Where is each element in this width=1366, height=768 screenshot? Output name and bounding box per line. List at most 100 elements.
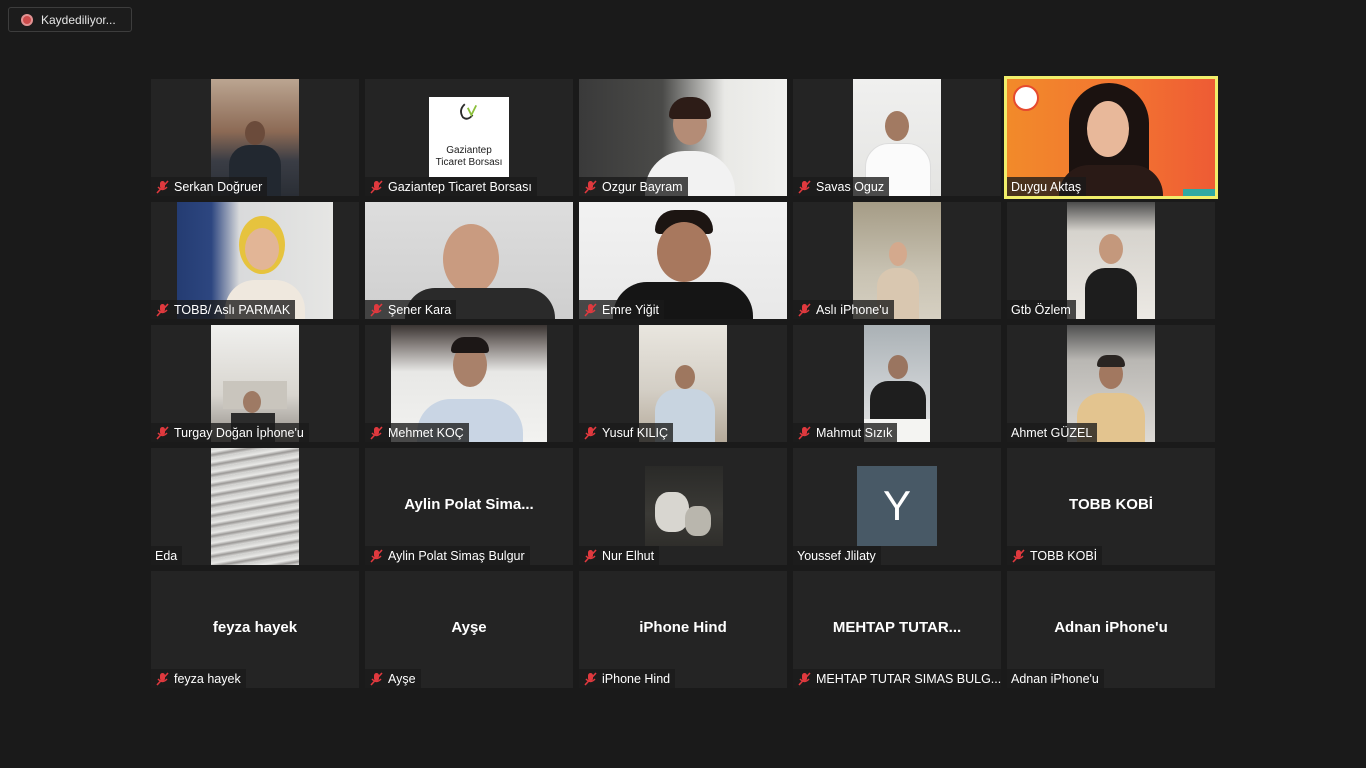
participant-tile[interactable]: Emre Yiğit bbox=[579, 202, 787, 319]
participant-tile[interactable]: TOBB/ Aslı PARMAK bbox=[151, 202, 359, 319]
participant-name: Duygu Aktaş bbox=[1011, 179, 1082, 194]
muted-mic-icon bbox=[370, 302, 383, 317]
participant-name-tag: Emre Yiğit bbox=[579, 300, 664, 319]
participant-name: iPhone Hind bbox=[602, 671, 671, 686]
participant-tile[interactable]: Y Youssef Jlilaty bbox=[793, 448, 1001, 565]
record-icon bbox=[21, 13, 33, 26]
participant-name-tag: Ozgur Bayram bbox=[579, 177, 688, 196]
participant-tile[interactable]: Savas Oguz bbox=[793, 79, 1001, 196]
participant-name-tag: Youssef Jlilaty bbox=[793, 546, 881, 565]
participant-tile[interactable]: Ayşe Ayşe bbox=[365, 571, 573, 688]
participant-name: TOBB/ Aslı PARMAK bbox=[174, 302, 291, 317]
muted-mic-icon bbox=[156, 179, 169, 194]
muted-mic-icon bbox=[370, 425, 383, 440]
participant-tile[interactable]: Turgay Doğan İphone'u bbox=[151, 325, 359, 442]
participant-name: Gtb Özlem bbox=[1011, 302, 1071, 317]
muted-mic-icon bbox=[798, 179, 811, 194]
participant-name-tag: Adnan iPhone'u bbox=[1007, 669, 1104, 688]
participant-name-tag: TOBB/ Aslı PARMAK bbox=[151, 300, 296, 319]
participant-tile[interactable]: Yusuf KILIÇ bbox=[579, 325, 787, 442]
participant-name-tag: TOBB KOBİ bbox=[1007, 546, 1103, 565]
participant-name-tag: Şener Kara bbox=[365, 300, 457, 319]
participant-name-tag: Turgay Doğan İphone'u bbox=[151, 423, 309, 442]
participant-video bbox=[211, 448, 299, 565]
muted-mic-icon bbox=[584, 179, 597, 194]
participant-tile[interactable]: Şener Kara bbox=[365, 202, 573, 319]
participant-video bbox=[645, 466, 723, 546]
participant-tile[interactable]: Ahmet GÜZEL bbox=[1007, 325, 1215, 442]
participant-tile[interactable]: Serkan Doğruer bbox=[151, 79, 359, 196]
participant-name-tag: Gtb Özlem bbox=[1007, 300, 1076, 319]
participant-tile-active-speaker[interactable]: Duygu Aktaş bbox=[1004, 76, 1218, 199]
participant-name: Mehmet KOÇ bbox=[388, 425, 464, 440]
muted-mic-icon bbox=[584, 302, 597, 317]
participant-name: Aslı iPhone'u bbox=[816, 302, 889, 317]
participant-tile[interactable]: Gtb Özlem bbox=[1007, 202, 1215, 319]
participant-name-tag: Mahmut Sızık bbox=[793, 423, 898, 442]
participant-name-tag: Mehmet KOÇ bbox=[365, 423, 469, 442]
participant-tile[interactable]: Adnan iPhone'u Adnan iPhone'u bbox=[1007, 571, 1215, 688]
muted-mic-icon bbox=[584, 671, 597, 686]
participant-name: Gaziantep Ticaret Borsası bbox=[388, 179, 532, 194]
muted-mic-icon bbox=[798, 302, 811, 317]
participant-tile[interactable]: Ozgur Bayram bbox=[579, 79, 787, 196]
participant-name: feyza hayek bbox=[174, 671, 241, 686]
participant-display-name: iPhone Hind bbox=[639, 619, 727, 636]
participant-tile[interactable]: Aylin Polat Sima... Aylin Polat Simaş Bu… bbox=[365, 448, 573, 565]
participant-name: TOBB KOBİ bbox=[1030, 548, 1098, 563]
participant-gallery: Serkan Doğruer Gaziantep Ticaret Borsası… bbox=[151, 76, 1218, 688]
participant-name: Mahmut Sızık bbox=[816, 425, 893, 440]
participant-name: Youssef Jlilaty bbox=[797, 548, 876, 563]
participant-name: Ayşe bbox=[388, 671, 416, 686]
participant-name-tag: Nur Elhut bbox=[579, 546, 660, 565]
participant-name-tag: Yusuf KILIÇ bbox=[579, 423, 674, 442]
participant-display-name: feyza hayek bbox=[212, 619, 298, 636]
participant-name-tag: iPhone Hind bbox=[579, 669, 676, 688]
participant-tile[interactable]: Nur Elhut bbox=[579, 448, 787, 565]
participant-name: Eda bbox=[155, 548, 178, 563]
muted-mic-icon bbox=[370, 179, 383, 194]
participant-name-tag: Aylin Polat Simaş Bulgur bbox=[365, 546, 530, 565]
muted-mic-icon bbox=[584, 425, 597, 440]
recording-label: Kaydediliyor... bbox=[41, 12, 116, 27]
participant-tile[interactable]: Gaziantep Ticaret Borsası Gaziantep Tica… bbox=[365, 79, 573, 196]
participant-tile[interactable]: MEHTAP TUTAR... MEHTAP TUTAR SIMAS BULG.… bbox=[793, 571, 1001, 688]
recording-indicator[interactable]: Kaydediliyor... bbox=[8, 7, 132, 32]
participant-name: Turgay Doğan İphone'u bbox=[174, 425, 304, 440]
logo-text-line2: Ticaret Borsası bbox=[435, 157, 503, 168]
participant-display-name: Ayşe bbox=[451, 619, 487, 636]
participant-name: Şener Kara bbox=[388, 302, 452, 317]
participant-name: MEHTAP TUTAR SIMAS BULG... bbox=[816, 671, 1001, 686]
muted-mic-icon bbox=[156, 425, 169, 440]
participant-tile[interactable]: TOBB KOBİ TOBB KOBİ bbox=[1007, 448, 1215, 565]
participant-tile[interactable]: Aslı iPhone'u bbox=[793, 202, 1001, 319]
participant-display-name: Aylin Polat Sima... bbox=[404, 496, 534, 513]
participant-name-tag: Aslı iPhone'u bbox=[793, 300, 894, 319]
participant-name: Nur Elhut bbox=[602, 548, 655, 563]
participant-name-tag: feyza hayek bbox=[151, 669, 246, 688]
muted-mic-icon bbox=[1012, 548, 1025, 563]
participant-tile[interactable]: Mehmet KOÇ bbox=[365, 325, 573, 442]
participant-name-tag: Serkan Doğruer bbox=[151, 177, 268, 196]
participant-tile[interactable]: iPhone Hind iPhone Hind bbox=[579, 571, 787, 688]
muted-mic-icon bbox=[798, 425, 811, 440]
participant-name: Ahmet GÜZEL bbox=[1011, 425, 1093, 440]
participant-display-name: Adnan iPhone'u bbox=[1054, 619, 1168, 636]
participant-display-name: TOBB KOBİ bbox=[1069, 496, 1153, 513]
muted-mic-icon bbox=[584, 548, 597, 563]
logo-image bbox=[460, 103, 478, 120]
participant-name: Savas Oguz bbox=[816, 179, 885, 194]
participant-name-tag: Gaziantep Ticaret Borsası bbox=[365, 177, 537, 196]
participant-name-tag: Ahmet GÜZEL bbox=[1007, 423, 1098, 442]
participant-tile[interactable]: Eda bbox=[151, 448, 359, 565]
participant-video bbox=[1067, 202, 1155, 319]
muted-mic-icon bbox=[370, 548, 383, 563]
participant-tile[interactable]: feyza hayek feyza hayek bbox=[151, 571, 359, 688]
muted-mic-icon bbox=[156, 671, 169, 686]
muted-mic-icon bbox=[798, 671, 811, 686]
participant-name-tag: Ayşe bbox=[365, 669, 421, 688]
participant-name: Yusuf KILIÇ bbox=[602, 425, 669, 440]
participant-video: Gaziantep Ticaret Borsası bbox=[429, 97, 509, 177]
participant-name-tag: MEHTAP TUTAR SIMAS BULG... bbox=[793, 669, 1001, 688]
participant-tile[interactable]: Mahmut Sızık bbox=[793, 325, 1001, 442]
